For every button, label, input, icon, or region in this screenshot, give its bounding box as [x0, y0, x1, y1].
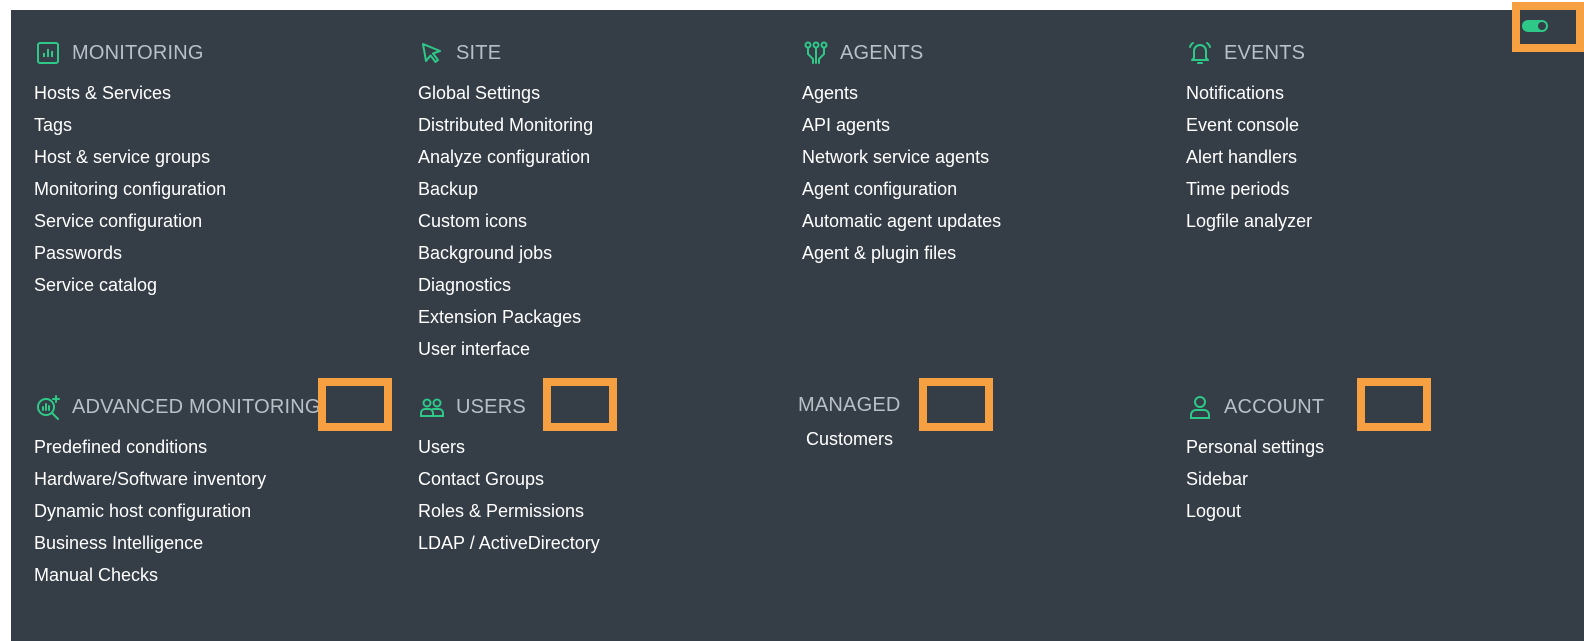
menu-item-backup[interactable]: Backup	[418, 173, 593, 205]
section-agents: AGENTS Agents API agents Network service…	[802, 39, 1001, 269]
cursor-pointer-icon	[418, 39, 446, 67]
section-title-monitoring: MONITORING	[72, 41, 204, 64]
menu-item-event-console[interactable]: Event console	[1186, 109, 1312, 141]
section-header-events: EVENTS	[1186, 39, 1312, 67]
section-header-site: SITE	[418, 39, 593, 67]
menu-item-host-service-groups[interactable]: Host & service groups	[34, 141, 226, 173]
menu-item-service-configuration[interactable]: Service configuration	[34, 205, 226, 237]
bell-icon	[1186, 39, 1214, 67]
section-account: ACCOUNT Personal settings Sidebar Logout	[1186, 393, 1324, 527]
chart-box-icon	[34, 39, 62, 67]
menu-item-ldap-activedirectory[interactable]: LDAP / ActiveDirectory	[418, 527, 600, 559]
section-managed: MANAGED Customers	[798, 391, 901, 455]
menu-list-managed: Customers	[806, 423, 901, 455]
menu-list-account: Personal settings Sidebar Logout	[1186, 431, 1324, 527]
menu-item-tags[interactable]: Tags	[34, 109, 226, 141]
section-title-account: ACCOUNT	[1224, 395, 1325, 418]
menu-item-custom-icons[interactable]: Custom icons	[418, 205, 593, 237]
section-header-account: ACCOUNT	[1186, 393, 1324, 421]
menu-item-contact-groups[interactable]: Contact Groups	[418, 463, 600, 495]
menu-item-agents[interactable]: Agents	[802, 77, 1001, 109]
menu-item-notifications[interactable]: Notifications	[1186, 77, 1312, 109]
user-icon	[1186, 393, 1214, 421]
menu-item-service-catalog[interactable]: Service catalog	[34, 269, 226, 301]
menu-item-agent-plugin-files[interactable]: Agent & plugin files	[802, 237, 1001, 269]
section-monitoring: MONITORING Hosts & Services Tags Host & …	[34, 39, 226, 301]
menu-item-alert-handlers[interactable]: Alert handlers	[1186, 141, 1312, 173]
menu-item-agent-configuration[interactable]: Agent configuration	[802, 173, 1001, 205]
menu-list-users: Users Contact Groups Roles & Permissions…	[418, 431, 600, 559]
toggle-knob	[1538, 22, 1546, 30]
section-title-users: USERS	[456, 395, 526, 418]
section-title-managed: MANAGED	[798, 393, 901, 416]
menu-item-time-periods[interactable]: Time periods	[1186, 173, 1312, 205]
menu-list-monitoring: Hosts & Services Tags Host & service gro…	[34, 77, 226, 301]
highlight-box	[543, 378, 617, 431]
section-events: EVENTS Notifications Event console Alert…	[1186, 39, 1312, 237]
menu-item-passwords[interactable]: Passwords	[34, 237, 226, 269]
menu-item-logfile-analyzer[interactable]: Logfile analyzer	[1186, 205, 1312, 237]
menu-item-dynamic-host-configuration[interactable]: Dynamic host configuration	[34, 495, 321, 527]
menu-list-advanced-monitoring: Predefined conditions Hardware/Software …	[34, 431, 321, 591]
menu-item-sidebar[interactable]: Sidebar	[1186, 463, 1324, 495]
section-title-advanced-monitoring: ADVANCED MONITORING	[72, 395, 321, 418]
menu-item-diagnostics[interactable]: Diagnostics	[418, 269, 593, 301]
section-header-agents: AGENTS	[802, 39, 1001, 67]
menu-item-user-interface[interactable]: User interface	[418, 333, 593, 365]
menu-item-automatic-agent-updates[interactable]: Automatic agent updates	[802, 205, 1001, 237]
agents-network-icon	[802, 39, 830, 67]
section-title-site: SITE	[456, 41, 502, 64]
menu-item-personal-settings[interactable]: Personal settings	[1186, 431, 1324, 463]
menu-item-business-intelligence[interactable]: Business Intelligence	[34, 527, 321, 559]
menu-item-customers[interactable]: Customers	[806, 423, 901, 455]
toggle-switch-icon[interactable]	[1516, 15, 1554, 37]
highlight-box	[1357, 378, 1431, 431]
setup-menu-panel: MONITORING Hosts & Services Tags Host & …	[11, 10, 1584, 641]
menu-item-roles-permissions[interactable]: Roles & Permissions	[418, 495, 600, 527]
menu-item-distributed-monitoring[interactable]: Distributed Monitoring	[418, 109, 593, 141]
menu-list-agents: Agents API agents Network service agents…	[802, 77, 1001, 269]
menu-list-site: Global Settings Distributed Monitoring A…	[418, 77, 593, 365]
menu-item-manual-checks[interactable]: Manual Checks	[34, 559, 321, 591]
section-header-monitoring: MONITORING	[34, 39, 226, 67]
menu-item-background-jobs[interactable]: Background jobs	[418, 237, 593, 269]
menu-item-global-settings[interactable]: Global Settings	[418, 77, 593, 109]
highlight-box	[919, 378, 993, 431]
toggle-track	[1522, 20, 1548, 32]
section-advanced-monitoring: ADVANCED MONITORING Predefined condition…	[34, 393, 321, 591]
users-group-icon	[418, 393, 446, 421]
section-site: SITE Global Settings Distributed Monitor…	[418, 39, 593, 365]
section-title-agents: AGENTS	[840, 41, 924, 64]
menu-item-network-service-agents[interactable]: Network service agents	[802, 141, 1001, 173]
menu-item-hosts-services[interactable]: Hosts & Services	[34, 77, 226, 109]
section-header-managed: MANAGED	[798, 391, 901, 419]
menu-item-hardware-software-inventory[interactable]: Hardware/Software inventory	[34, 463, 321, 495]
section-title-events: EVENTS	[1224, 41, 1306, 64]
menu-item-analyze-configuration[interactable]: Analyze configuration	[418, 141, 593, 173]
magnifier-chart-icon	[34, 393, 62, 421]
menu-item-predefined-conditions[interactable]: Predefined conditions	[34, 431, 321, 463]
menu-item-extension-packages[interactable]: Extension Packages	[418, 301, 593, 333]
menu-item-monitoring-configuration[interactable]: Monitoring configuration	[34, 173, 226, 205]
menu-item-logout[interactable]: Logout	[1186, 495, 1324, 527]
section-header-advanced-monitoring: ADVANCED MONITORING	[34, 393, 321, 421]
highlight-box	[318, 378, 392, 431]
menu-item-users[interactable]: Users	[418, 431, 600, 463]
menu-list-events: Notifications Event console Alert handle…	[1186, 77, 1312, 237]
menu-item-api-agents[interactable]: API agents	[802, 109, 1001, 141]
